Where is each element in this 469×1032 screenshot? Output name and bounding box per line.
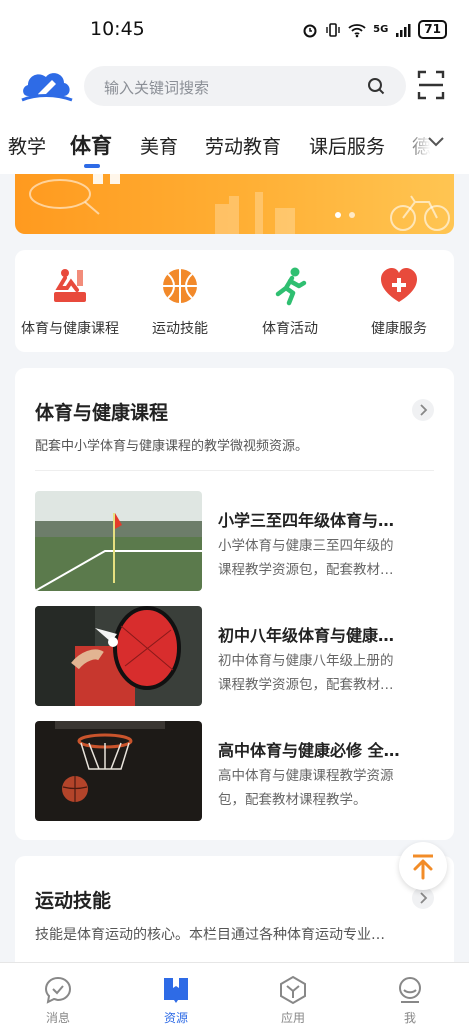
quick-entry-sports-activities[interactable]: 体育活动 — [235, 266, 345, 338]
vibrate-icon — [326, 22, 340, 37]
status-icons: 5G 71 — [302, 20, 447, 39]
heart-plus-icon — [381, 268, 417, 302]
nav-profile[interactable]: 我 — [380, 975, 440, 1026]
section-description: 技能是体育运动的核心。本栏目通过各种体育运动专业… — [35, 927, 385, 943]
profile-icon — [399, 977, 421, 1003]
app-logo — [21, 73, 73, 102]
course-desc-line: 高中体育与健康课程教学资源 — [218, 768, 394, 784]
quick-entry-label: 体育活动 — [262, 321, 318, 337]
course-desc-line: 初中体育与健康八年级上册的 — [218, 653, 394, 669]
chevron-right-icon — [420, 892, 428, 904]
search-bar[interactable]: 输入关键词搜索 — [84, 66, 406, 106]
back-to-top-button[interactable] — [399, 842, 447, 890]
wifi-icon — [348, 23, 366, 37]
section-title: 运动技能 — [35, 890, 112, 912]
course-title: 小学三至四年级体育与… — [218, 511, 395, 530]
course-thumbnail-soccer — [35, 491, 202, 591]
section-description: 配套中小学体育与健康课程的教学微视频资源。 — [35, 439, 309, 454]
nav-messages[interactable]: 消息 — [28, 975, 88, 1026]
course-thumbnail-badminton — [35, 606, 202, 706]
course-description: 高中体育与健康课程教学资源 包，配套教材课程教学。 — [218, 764, 430, 812]
banner-pagination — [335, 212, 355, 218]
status-bar: 10:45 5G 71 — [0, 0, 469, 60]
quick-entry-health-services[interactable]: 健康服务 — [344, 266, 454, 338]
nav-label: 资源 — [163, 1011, 188, 1025]
alarm-icon — [303, 24, 317, 37]
course-item[interactable]: 高中体育与健康必修 全… 高中体育与健康课程教学资源 包，配套教材课程教学。 — [35, 721, 434, 821]
course-title: 高中体育与健康必修 全… — [218, 741, 400, 760]
running-icon — [275, 267, 307, 306]
course-description: 初中体育与健康八年级上册的 课程教学资源包，配套教材… — [218, 649, 430, 697]
message-icon — [44, 976, 72, 1004]
fitness-course-icon — [54, 269, 86, 302]
quick-entry-label: 体育与健康课程 — [21, 321, 119, 337]
course-thumbnail-basketball — [35, 721, 202, 821]
banner-artwork — [29, 174, 450, 234]
scan-icon[interactable] — [417, 69, 445, 101]
banner-dot-active — [335, 212, 341, 218]
network-type: 5G — [373, 24, 389, 35]
section-more-button[interactable] — [412, 887, 434, 909]
course-desc-line: 课程教学资源包，配套教材… — [218, 677, 394, 693]
app-header: 输入关键词搜索 — [0, 60, 469, 112]
tab-after-school[interactable]: 课后服务 — [309, 132, 385, 159]
nav-apps[interactable]: 应用 — [263, 975, 323, 1026]
course-item[interactable]: 初中八年级体育与健康… 初中体育与健康八年级上册的 课程教学资源包，配套教材… — [35, 606, 434, 706]
promo-banner[interactable] — [15, 174, 454, 234]
tab-teaching[interactable]: 教学 — [8, 132, 46, 159]
quick-entry-label: 运动技能 — [152, 321, 208, 337]
course-desc-line: 课程教学资源包，配套教材… — [218, 562, 394, 578]
search-icon[interactable] — [366, 76, 386, 96]
chevron-right-icon — [420, 404, 428, 416]
tab-arts[interactable]: 美育 — [140, 132, 178, 159]
nav-resources[interactable]: 资源 — [146, 975, 206, 1026]
battery-indicator: 71 — [418, 20, 447, 39]
active-tab-indicator — [84, 164, 100, 168]
status-time: 10:45 — [90, 18, 145, 40]
section-fitness-course: 体育与健康课程 配套中小学体育与健康课程的教学微视频资源。 小学三至四年级体育与… — [15, 368, 454, 840]
quick-entry-label: 健康服务 — [371, 321, 427, 337]
nav-label: 应用 — [280, 1011, 305, 1025]
nav-label: 消息 — [45, 1011, 70, 1025]
tab-sports[interactable]: 体育 — [70, 130, 112, 160]
banner-dot — [349, 212, 355, 218]
section-sports-skills: 运动技能 技能是体育运动的核心。本栏目通过各种体育运动专业… — [15, 856, 454, 976]
bottom-navigation: 消息 资源 应用 我 — [0, 962, 469, 1032]
divider — [35, 470, 434, 471]
quick-entry-sports-skills[interactable]: 运动技能 — [125, 266, 235, 338]
chevron-down-icon[interactable] — [427, 136, 445, 148]
tab-labor-education[interactable]: 劳动教育 — [205, 132, 281, 159]
course-description: 小学体育与健康三至四年级的 课程教学资源包，配套教材… — [218, 534, 430, 582]
nav-label: 我 — [403, 1011, 416, 1025]
section-more-button[interactable] — [412, 399, 434, 421]
course-item[interactable]: 小学三至四年级体育与… 小学体育与健康三至四年级的 课程教学资源包，配套教材… — [35, 491, 434, 591]
section-title: 体育与健康课程 — [35, 402, 169, 424]
arrow-up-icon — [413, 854, 433, 880]
basketball-icon — [163, 269, 197, 303]
book-icon — [164, 978, 188, 1003]
signal-icon — [396, 23, 411, 37]
quick-entry-panel: 体育与健康课程 运动技能 体育活动 健康服务 — [15, 250, 454, 352]
course-title: 初中八年级体育与健康… — [218, 626, 395, 645]
course-desc-line: 包，配套教材课程教学。 — [218, 792, 367, 808]
quick-entry-fitness-course[interactable]: 体育与健康课程 — [15, 266, 125, 338]
apps-icon — [280, 975, 306, 1005]
category-tabs: 教学 体育 美育 劳动教育 课后服务 德 — [0, 112, 469, 174]
search-placeholder: 输入关键词搜索 — [104, 79, 210, 97]
course-desc-line: 小学体育与健康三至四年级的 — [218, 538, 394, 554]
